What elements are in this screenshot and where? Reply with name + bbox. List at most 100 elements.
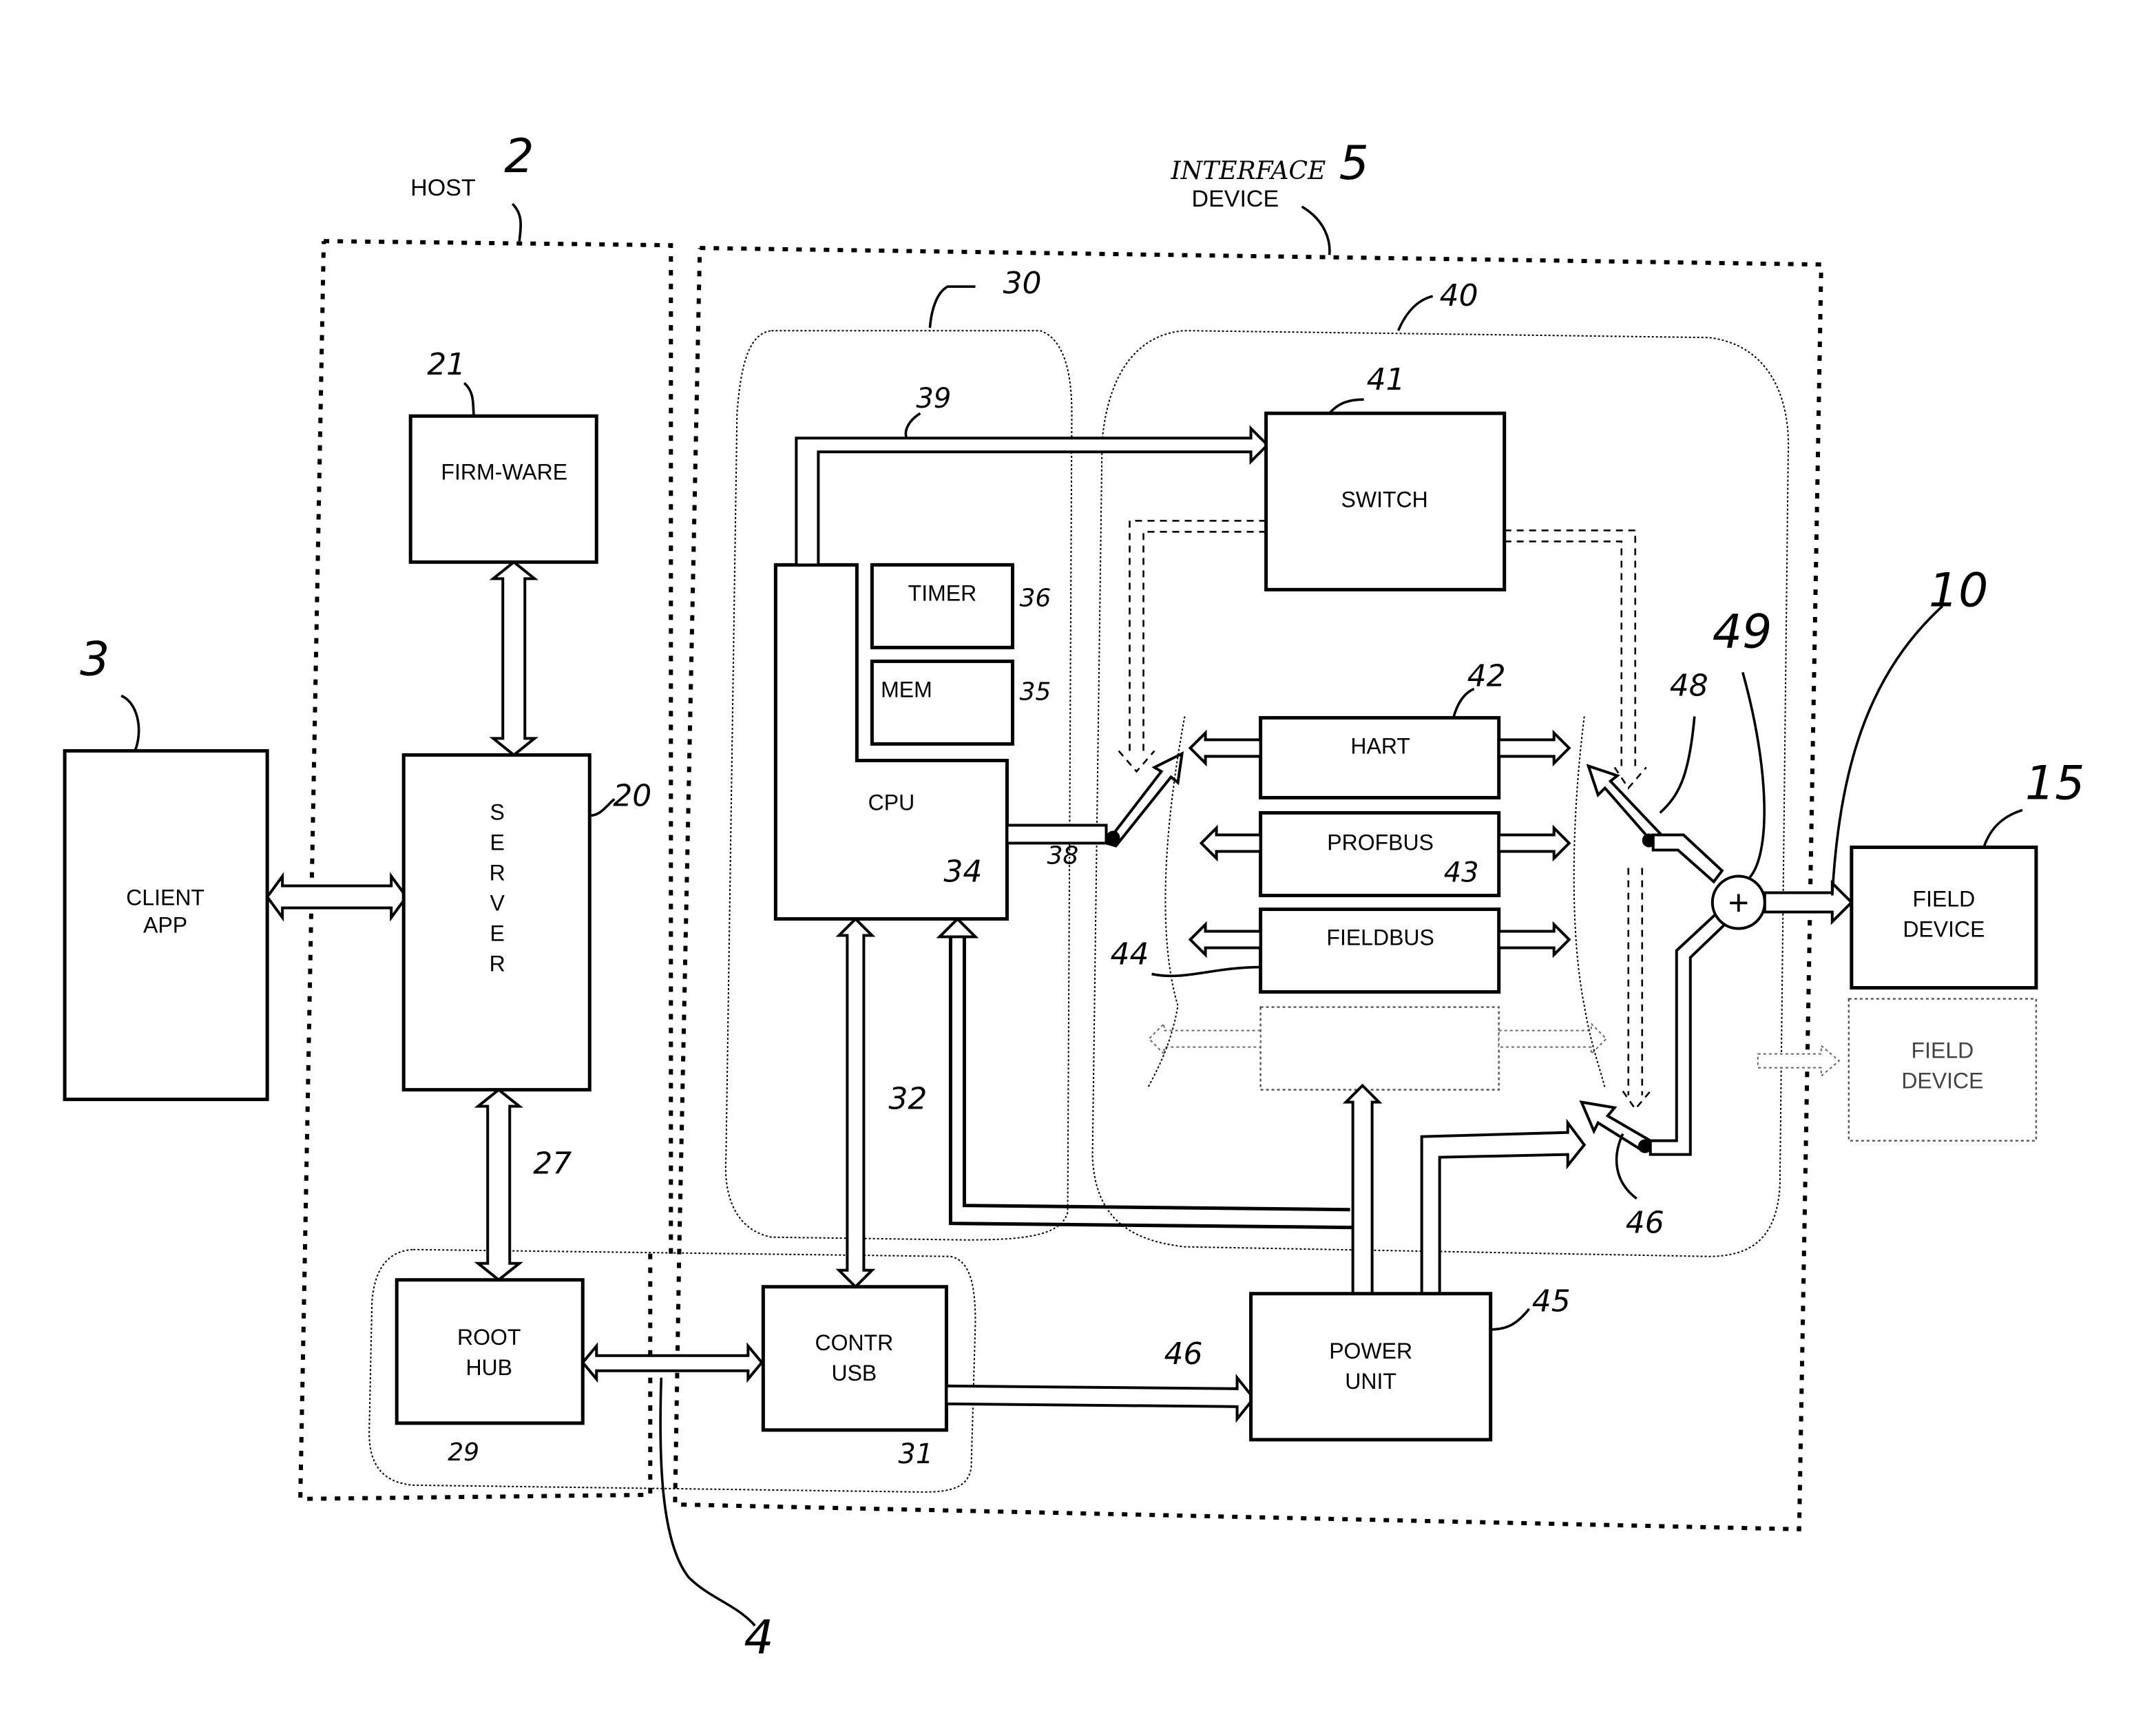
profibus-label: PROFBUS xyxy=(1327,830,1434,855)
optional-field-device-label-2: DEVICE xyxy=(1901,1069,1983,1093)
fieldbus-left-bus xyxy=(1188,921,1262,958)
cpu-output-bus xyxy=(1005,824,1108,845)
optional-right-bus xyxy=(1498,1022,1608,1056)
optional-field-bus xyxy=(1757,1044,1841,1078)
cpu-ref: 34 xyxy=(943,855,982,890)
summing-node-ref: 49 xyxy=(1713,605,1772,659)
usb-power-ref: 46 xyxy=(1164,1337,1203,1372)
upper-coupler-leader xyxy=(1659,716,1696,814)
fieldbus-block xyxy=(1259,908,1501,994)
server-leader xyxy=(589,798,616,817)
protocol-group-leader xyxy=(1396,295,1434,331)
lower-control-path xyxy=(1622,868,1651,1111)
summing-node-leader xyxy=(1741,671,1766,879)
field-device-label-1: FIELD xyxy=(1913,887,1976,912)
svg-text:E: E xyxy=(490,830,505,855)
summing-symbol: + xyxy=(1728,883,1749,923)
interface-device-leader xyxy=(1301,205,1331,255)
host-leader xyxy=(511,202,522,242)
power-unit-label-1: POWER xyxy=(1329,1339,1412,1363)
firmware-block xyxy=(408,414,598,564)
profibus-right-bus xyxy=(1497,824,1571,862)
usb-power-bus xyxy=(945,1374,1256,1423)
root-hub-label-2: HUB xyxy=(465,1355,512,1380)
timer-label: TIMER xyxy=(908,580,977,605)
mem-label: MEM xyxy=(881,677,932,702)
field-line-ref: 10 xyxy=(1929,563,1989,618)
switch-leader xyxy=(1328,398,1364,415)
cpu-label: CPU xyxy=(868,790,915,815)
contr-usb-block xyxy=(761,1285,948,1432)
host-label: HOST xyxy=(410,175,475,201)
client-app-label-1: CLIENT xyxy=(126,886,205,910)
mem-ref: 35 xyxy=(1019,678,1051,706)
lower-coupler-feed xyxy=(1649,911,1727,1156)
optional-module-block xyxy=(1259,1006,1500,1091)
svg-text:E: E xyxy=(490,921,505,946)
timer-ref: 36 xyxy=(1019,584,1051,612)
firmware-label: FIRM-WARE xyxy=(441,459,567,484)
upper-coupler-arrow xyxy=(1586,764,1664,846)
root-hub-ref: 29 xyxy=(448,1438,479,1467)
protocol-group-ref: 40 xyxy=(1440,278,1478,313)
upper-coupler-ref: 48 xyxy=(1670,668,1708,703)
power-unit-label-2: UNIT xyxy=(1345,1369,1396,1394)
fieldbus-leader xyxy=(1151,965,1261,978)
switch-label: SWITCH xyxy=(1341,487,1428,512)
switch-ref: 41 xyxy=(1367,362,1405,397)
firmware-leader xyxy=(463,381,476,417)
upper-coupler-feed xyxy=(1651,833,1724,884)
timer-block xyxy=(870,563,1014,649)
roothub-usb-bus xyxy=(580,1342,764,1383)
interface-device-ref: 5 xyxy=(1339,136,1369,191)
field-device-leader xyxy=(1982,808,2023,848)
optional-left-bus xyxy=(1148,1022,1262,1056)
patent-diagram: HOST 2 INTERFACE DEVICE 5 30 40 CLIENT A… xyxy=(63,129,2085,1665)
server-ref: 20 xyxy=(613,778,651,813)
power-modules-bus xyxy=(1342,1083,1383,1297)
power-cpu-arrowhead xyxy=(936,916,979,939)
power-unit-block xyxy=(1249,1292,1493,1442)
usb-link-ref: 4 xyxy=(744,1611,773,1665)
client-app-label-2: APP xyxy=(143,913,187,938)
cpu-group-leader xyxy=(928,285,976,328)
field-device-label-2: DEVICE xyxy=(1903,917,1985,942)
optional-field-device-label-1: FIELD xyxy=(1912,1038,1974,1063)
host-ref: 2 xyxy=(504,129,534,184)
lower-coupler-ref: 46 xyxy=(1626,1206,1664,1241)
fieldbus-label: FIELDBUS xyxy=(1326,925,1434,950)
cpu-output-ref: 38 xyxy=(1047,841,1078,870)
switch-left-control xyxy=(1118,520,1266,773)
root-hub-block xyxy=(395,1278,585,1425)
firmware-ref: 21 xyxy=(427,347,465,382)
left-coupler-node xyxy=(1106,830,1120,845)
client-app-ref: 3 xyxy=(80,632,109,687)
fieldbus-right-bus xyxy=(1497,921,1571,958)
contr-usb-label-1: CONTR xyxy=(815,1330,894,1355)
profibus-left-bus xyxy=(1199,824,1262,862)
cpu-group-ref: 30 xyxy=(1003,266,1041,301)
cpu-switch-ref: 39 xyxy=(916,383,951,415)
field-device-ref: 15 xyxy=(2025,756,2085,810)
left-coupler-arrow xyxy=(1104,751,1184,848)
firmware-server-bus xyxy=(489,560,538,757)
cpu-usb-bus xyxy=(835,916,876,1289)
svg-text:R: R xyxy=(490,861,505,886)
hart-right-bus xyxy=(1497,729,1571,767)
svg-text:S: S xyxy=(490,799,505,824)
power-unit-ref: 45 xyxy=(1532,1284,1571,1319)
interface-device-label-2: DEVICE xyxy=(1192,186,1279,212)
interface-device-label-1: INTERFACE xyxy=(1171,157,1326,185)
fieldbus-ref: 44 xyxy=(1111,937,1149,972)
cpu-switch-bus xyxy=(795,425,1270,567)
contr-usb-label-2: USB xyxy=(831,1361,877,1385)
power-coupler-bus xyxy=(1420,1118,1587,1297)
client-app-leader xyxy=(121,694,140,752)
server-roothub-ref: 27 xyxy=(533,1146,572,1182)
cpu-switch-leader xyxy=(904,412,921,439)
svg-text:V: V xyxy=(490,891,505,916)
power-unit-leader xyxy=(1490,1308,1531,1331)
contr-usb-ref: 31 xyxy=(898,1438,933,1470)
hart-label: HART xyxy=(1350,733,1410,758)
hart-left-bus xyxy=(1188,729,1262,767)
